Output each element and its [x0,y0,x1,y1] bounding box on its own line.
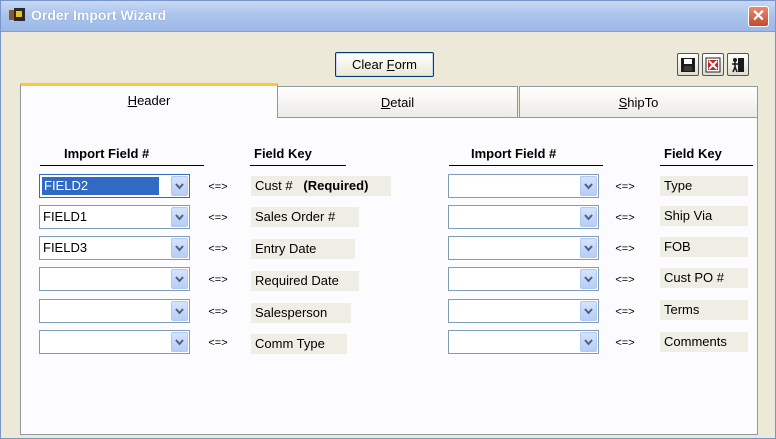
close-button[interactable]: ✕ [748,6,769,27]
chevron-down-icon [584,214,593,221]
dropdown-button[interactable] [580,238,597,258]
tab-detail-label: etail [390,95,415,110]
field-key-sales-order: Sales Order # [251,207,359,227]
tab-shipto-hotkey: S [618,95,628,110]
tab-shipto-label: hipTo [627,95,659,110]
import-field-select[interactable]: FIELD3 [39,236,190,260]
mapping-arrow: <=> [615,274,635,286]
field-key-fob: FOB [660,237,748,257]
left-import-field-header: Import Field # [40,142,204,166]
tab-header-label: eader [137,93,171,108]
field-key-label: Cust # [255,178,293,193]
field-key-cust: Cust # (Required) [251,176,391,196]
tab-detail-hotkey: D [380,95,391,110]
close-icon: ✕ [751,8,766,25]
left-field-key-header: Field Key [250,142,346,166]
clear-form-label-suffix: orm [394,57,418,72]
import-field-select[interactable]: FIELD2 [39,174,190,198]
import-field-select[interactable] [39,267,190,291]
field-key-type: Type [660,176,748,196]
import-field-select[interactable] [39,299,190,323]
save-button[interactable] [677,53,699,76]
field-key-salesperson: Salesperson [251,303,351,323]
chevron-down-icon [584,276,593,283]
dropdown-button[interactable] [580,301,597,321]
chevron-down-icon [175,245,184,252]
chevron-down-icon [175,214,184,221]
clear-form-label-hotkey: F [386,57,395,72]
chevron-down-icon [175,276,184,283]
dropdown-button[interactable] [580,269,597,289]
dropdown-button[interactable] [171,176,188,196]
right-field-key-header: Field Key [660,142,753,166]
mapping-arrow: <=> [208,274,228,286]
dropdown-button[interactable] [580,207,597,227]
field-key-comments: Comments [660,332,748,352]
mapping-arrow: <=> [615,337,635,349]
tab-header-hotkey: H [127,93,138,108]
chevron-down-icon [584,339,593,346]
dropdown-button[interactable] [171,207,188,227]
dropdown-button[interactable] [580,332,597,352]
import-field-select[interactable] [39,330,190,354]
mapping-arrow: <=> [208,306,228,318]
field-key-comm-type: Comm Type [251,334,347,354]
import-field-select[interactable] [448,267,599,291]
chevron-down-icon [175,308,184,315]
chevron-down-icon [175,339,184,346]
title-bar: Order Import Wizard ✕ [1,1,775,32]
right-import-field-header: Import Field # [449,142,603,166]
field-key-ship-via: Ship Via [660,206,748,226]
field-key-terms: Terms [660,300,748,320]
dropdown-button[interactable] [580,176,597,196]
tab-strip: Header Detail ShipTo [20,83,758,118]
chevron-down-icon [175,183,184,190]
import-field-select[interactable] [448,205,599,229]
chevron-down-icon [584,183,593,190]
dropdown-button[interactable] [171,269,188,289]
tab-detail[interactable]: Detail [277,86,518,117]
mapping-arrow: <=> [615,212,635,224]
import-field-select[interactable] [448,236,599,260]
mapping-arrow: <=> [208,243,228,255]
save-icon [681,58,695,72]
tab-header[interactable]: Header [20,83,278,118]
import-field-select[interactable] [448,330,599,354]
clear-form-button[interactable]: Clear Form [335,52,434,77]
selected-value: FIELD3 [43,240,88,255]
required-note: (Required) [303,178,369,193]
selected-value: FIELD1 [43,209,88,224]
tab-shipto[interactable]: ShipTo [519,86,758,117]
exit-door-icon [732,58,744,73]
mapping-arrow: <=> [615,181,635,193]
cancel-icon [705,57,721,73]
chevron-down-icon [584,308,593,315]
mapping-arrow: <=> [208,212,228,224]
dropdown-button[interactable] [171,332,188,352]
chevron-down-icon [584,245,593,252]
window-title: Order Import Wizard [31,7,167,23]
dropdown-button[interactable] [171,238,188,258]
order-import-window: Order Import Wizard ✕ Clear Form Header [0,0,776,439]
import-field-select[interactable] [448,174,599,198]
cancel-button[interactable] [702,53,724,76]
field-key-required-date: Required Date [251,271,359,291]
field-key-entry-date: Entry Date [251,239,355,259]
mapping-arrow: <=> [208,181,228,193]
import-field-select[interactable]: FIELD1 [39,205,190,229]
selected-value: FIELD2 [42,177,159,195]
import-field-select[interactable] [448,299,599,323]
exit-button[interactable] [727,53,749,76]
mapping-arrow: <=> [208,337,228,349]
field-key-cust-po: Cust PO # [660,268,748,288]
clear-form-label-prefix: Clear [351,57,387,72]
dropdown-button[interactable] [171,301,188,321]
mapping-arrow: <=> [615,306,635,318]
app-icon [9,8,25,22]
mapping-arrow: <=> [615,243,635,255]
